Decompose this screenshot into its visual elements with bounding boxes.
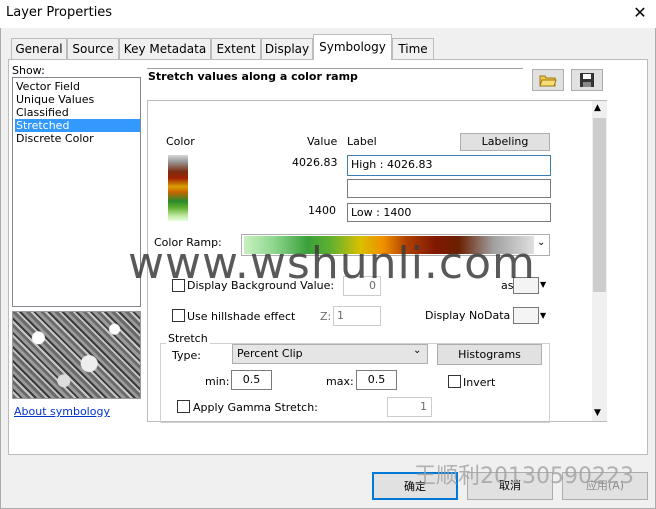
gamma-checkbox[interactable] (177, 400, 190, 413)
show-label: Show: (12, 64, 45, 77)
mid-label-field[interactable] (347, 179, 551, 198)
tab-general[interactable]: General (11, 38, 67, 59)
swatch-dropdown-icon[interactable]: ▼ (540, 280, 546, 289)
tab-extent[interactable]: Extent (211, 38, 261, 59)
tab-source[interactable]: Source (67, 38, 119, 59)
invert-checkbox[interactable] (448, 375, 461, 388)
list-item-unique-values[interactable]: Unique Values (15, 93, 140, 106)
symbology-preview-image (12, 311, 141, 399)
tab-key-metadata[interactable]: Key Metadata (119, 38, 211, 59)
nodata-label: Display NoData as (425, 309, 527, 322)
nodata-dropdown-icon[interactable]: ▼ (540, 311, 546, 320)
low-value: 1400 (308, 204, 336, 217)
author-watermark: 王顺利20130590223 (414, 464, 634, 489)
list-item-vector-field[interactable]: Vector Field (15, 80, 140, 93)
stretch-type-dropdown[interactable]: Percent Clip (232, 344, 428, 364)
min-field[interactable]: 0.5 (231, 370, 272, 390)
save-icon (580, 73, 594, 87)
panel-heading: Stretch values along a color ramp (148, 70, 358, 83)
close-icon[interactable]: ✕ (628, 2, 652, 24)
list-item-discrete-color[interactable]: Discrete Color (15, 132, 140, 145)
tab-display[interactable]: Display (261, 38, 313, 59)
hillshade-label: Use hillshade effect (187, 310, 296, 323)
tab-symbology[interactable]: Symbology (313, 34, 392, 60)
site-watermark: www.wshunli.com (128, 238, 536, 289)
stretch-type-chevron-icon[interactable]: ⌄ (413, 345, 421, 356)
tab-time[interactable]: Time (392, 38, 434, 59)
list-item-classified[interactable]: Classified (15, 106, 140, 119)
high-value: 4026.83 (292, 156, 338, 169)
z-label: Z: (320, 310, 332, 323)
scrollbar-thumb[interactable] (593, 118, 606, 292)
gamma-label: Apply Gamma Stretch: (193, 401, 318, 414)
nodata-color-swatch[interactable] (513, 307, 539, 324)
histograms-button[interactable]: Histograms (437, 344, 542, 365)
value-column-header: Value (307, 135, 338, 148)
min-label: min: (205, 375, 230, 388)
open-button[interactable] (532, 69, 564, 91)
label-column-header: Label (347, 135, 377, 148)
invert-label: Invert (463, 376, 496, 389)
low-label-field[interactable]: Low : 1400 (347, 203, 551, 222)
stretch-group-title: Stretch (166, 332, 210, 345)
stretch-type-label: Type: (172, 349, 201, 362)
stretch-type-value: Percent Clip (237, 347, 303, 360)
hillshade-checkbox[interactable] (172, 309, 185, 322)
color-legend-swatch (168, 155, 188, 221)
high-label-field[interactable]: High : 4026.83 (347, 155, 551, 176)
scroll-up-icon[interactable]: ▲ (594, 103, 601, 113)
heading-divider (147, 68, 523, 69)
window-title: Layer Properties (6, 5, 113, 20)
labeling-button[interactable]: Labeling (460, 133, 550, 151)
renderer-list[interactable]: Vector Field Unique Values Classified St… (12, 77, 141, 307)
save-button[interactable] (571, 69, 603, 91)
chevron-down-icon[interactable]: ⌄ (537, 237, 545, 248)
max-label: max: (326, 375, 354, 388)
list-item-stretched[interactable]: Stretched (15, 119, 140, 132)
open-folder-icon (539, 75, 557, 87)
scroll-down-icon[interactable]: ▼ (594, 408, 601, 418)
color-column-header: Color (166, 135, 195, 148)
z-factor-field[interactable]: 1 (333, 306, 381, 326)
about-symbology-link[interactable]: About symbology (14, 405, 110, 418)
max-field[interactable]: 0.5 (356, 370, 397, 390)
gamma-value-field[interactable]: 1 (387, 397, 432, 417)
